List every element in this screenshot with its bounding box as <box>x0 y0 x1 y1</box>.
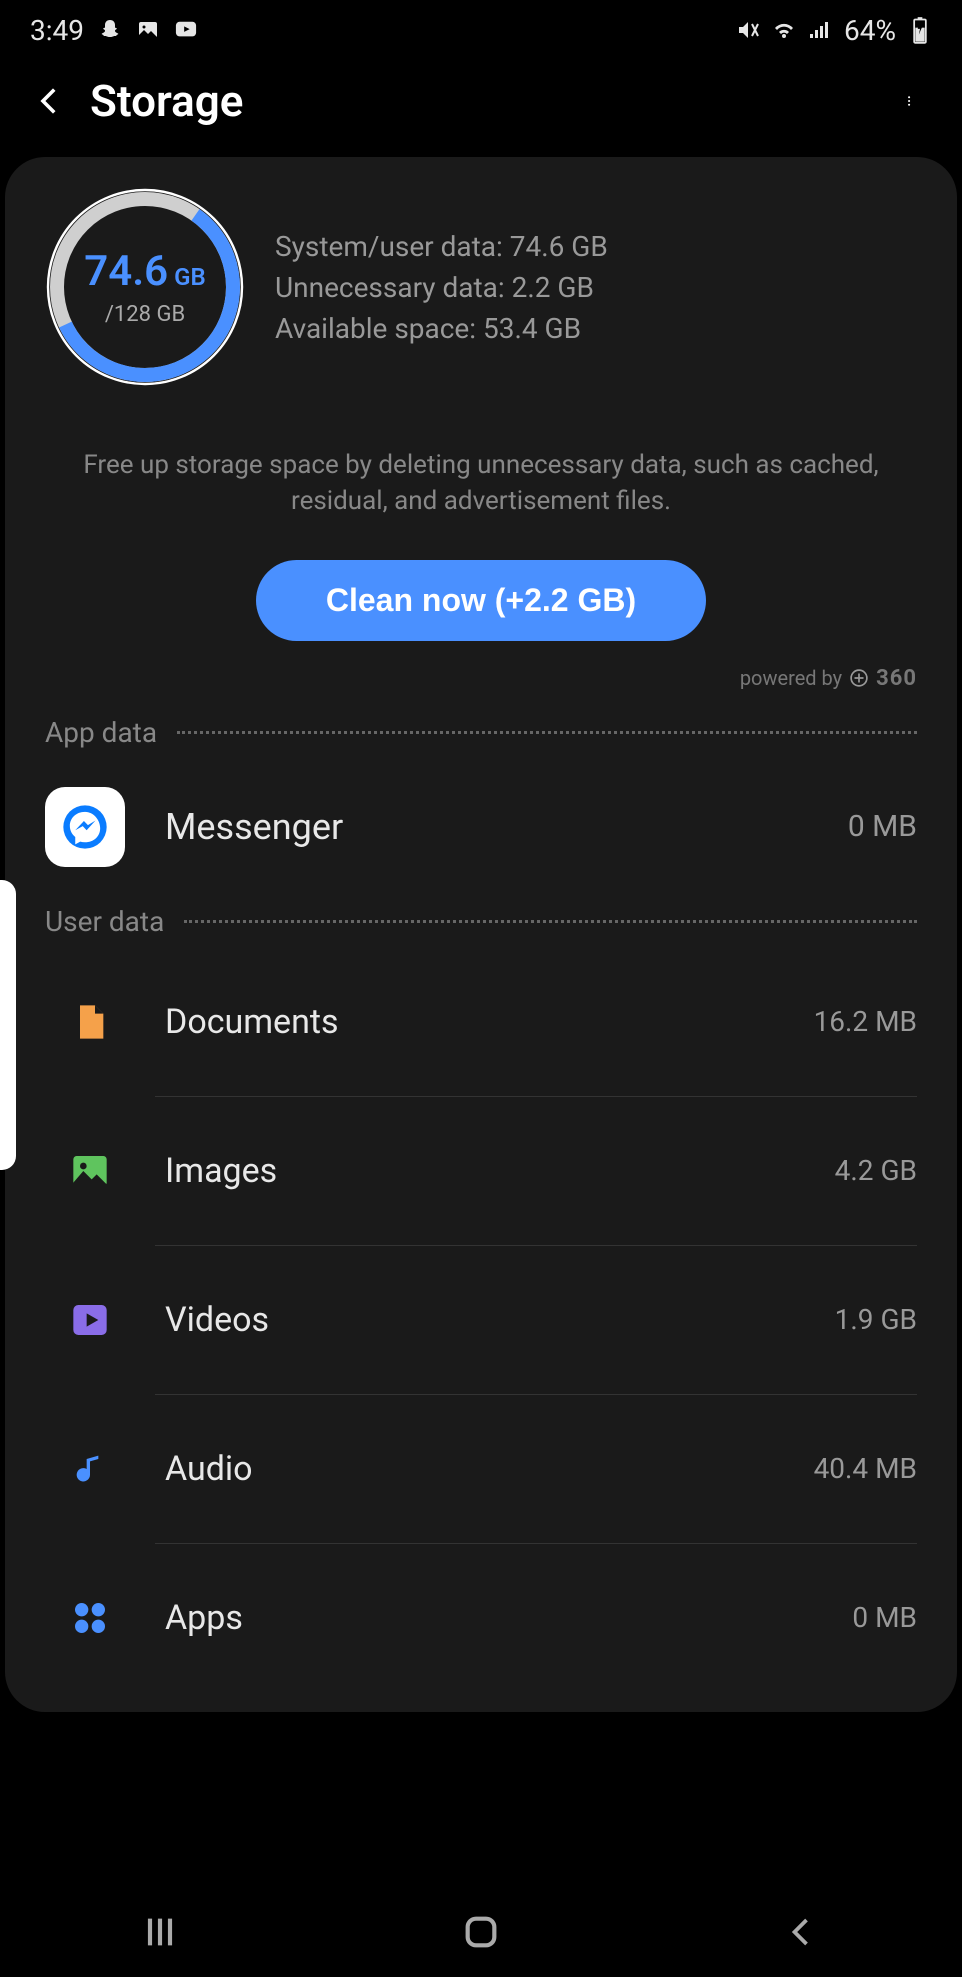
row-value: 0 MB <box>848 809 917 844</box>
recents-button[interactable] <box>130 1902 190 1962</box>
apps-icon <box>65 1578 115 1658</box>
status-right: 64% <box>736 14 932 47</box>
system-navbar <box>0 1887 962 1977</box>
powered-by-brand: 360 <box>876 666 917 691</box>
powered-by-label: powered by <box>740 666 842 690</box>
video-icon <box>65 1280 115 1360</box>
row-label: Audio <box>165 1449 814 1489</box>
section-app-data: App data <box>5 706 957 759</box>
used-number: 74.6 <box>84 247 168 296</box>
status-bar: 3:49 64% <box>0 0 962 55</box>
row-value: 40.4 MB <box>814 1452 917 1485</box>
user-data-list: Documents 16.2 MB Images 4.2 GB Videos 1… <box>5 948 957 1692</box>
home-button[interactable] <box>451 1902 511 1962</box>
back-button[interactable] <box>30 81 70 121</box>
battery-percent: 64% <box>844 14 896 47</box>
section-divider-icon <box>184 920 917 923</box>
status-time: 3:49 <box>30 14 84 47</box>
row-label: Apps <box>165 1598 852 1638</box>
app-header: Storage <box>0 55 962 157</box>
storage-ring-chart: 74.6 GB /128 GB <box>45 187 245 387</box>
user-row-audio[interactable]: Audio 40.4 MB <box>5 1395 957 1543</box>
snapchat-icon <box>98 18 122 42</box>
row-value: 0 MB <box>852 1601 917 1634</box>
section-user-data: User data <box>5 895 957 948</box>
summary-unnecessary: Unnecessary data: 2.2 GB <box>275 271 608 304</box>
gallery-icon <box>136 18 160 42</box>
used-unit: GB <box>174 263 206 291</box>
wifi-icon <box>772 18 796 42</box>
youtube-icon <box>174 18 198 42</box>
mute-icon <box>736 18 760 42</box>
storage-summary: 74.6 GB /128 GB System/user data: 74.6 G… <box>5 187 957 417</box>
nav-back-button[interactable] <box>772 1902 832 1962</box>
section-divider-icon <box>177 731 917 734</box>
app-row-messenger[interactable]: Messenger 0 MB <box>5 759 957 895</box>
user-row-images[interactable]: Images 4.2 GB <box>5 1097 957 1245</box>
summary-system-user: System/user data: 74.6 GB <box>275 230 608 263</box>
row-value: 16.2 MB <box>814 1005 917 1038</box>
audio-icon <box>65 1429 115 1509</box>
page-title: Storage <box>90 75 892 127</box>
battery-charging-icon <box>908 18 932 42</box>
more-options-button[interactable] <box>892 81 932 121</box>
row-label: Documents <box>165 1002 814 1042</box>
signal-icon <box>808 18 832 42</box>
edge-panel-handle[interactable] <box>0 880 16 1170</box>
row-value: 1.9 GB <box>835 1303 917 1336</box>
clean-now-button[interactable]: Clean now (+2.2 GB) <box>256 560 706 641</box>
ring-center: 74.6 GB /128 GB <box>45 187 245 387</box>
storage-card: 74.6 GB /128 GB System/user data: 74.6 G… <box>5 157 957 1712</box>
summary-lines: System/user data: 74.6 GB Unnecessary da… <box>275 230 608 345</box>
row-label: Videos <box>165 1300 835 1340</box>
powered-by: powered by 360 <box>5 641 957 706</box>
summary-available: Available space: 53.4 GB <box>275 312 608 345</box>
cleanup-hint: Free up storage space by deleting unnece… <box>5 417 957 560</box>
image-icon <box>65 1131 115 1211</box>
section-title-user-data: User data <box>45 905 164 938</box>
section-title-app-data: App data <box>45 716 157 749</box>
row-label: Images <box>165 1151 835 1191</box>
messenger-icon <box>45 787 125 867</box>
row-label: Messenger <box>165 806 808 848</box>
status-left: 3:49 <box>30 14 198 47</box>
row-value: 4.2 GB <box>835 1154 917 1187</box>
user-row-documents[interactable]: Documents 16.2 MB <box>5 948 957 1096</box>
total-space: /128 GB <box>105 302 185 327</box>
user-row-videos[interactable]: Videos 1.9 GB <box>5 1246 957 1394</box>
used-space-value: 74.6 GB <box>84 247 206 296</box>
document-icon <box>65 982 115 1062</box>
user-row-apps[interactable]: Apps 0 MB <box>5 1544 957 1692</box>
